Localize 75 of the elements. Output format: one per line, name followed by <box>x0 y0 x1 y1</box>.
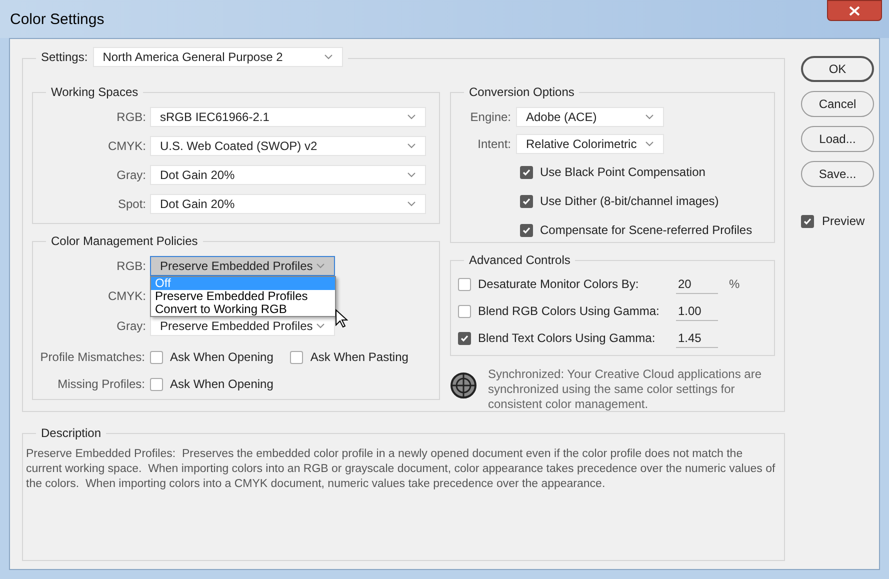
chevron-down-icon <box>407 201 416 207</box>
dropdown[interactable]: sRGB IEC61966-2.1 <box>150 107 426 127</box>
chevron-down-icon <box>407 143 416 149</box>
field-label: Profile Mismatches: <box>39 349 146 366</box>
checkbox[interactable] <box>150 350 163 364</box>
input-field[interactable]: 1.00 <box>676 302 718 321</box>
group-title: Description <box>36 425 106 441</box>
checkbox-label: Desaturate Monitor Colors By: <box>478 276 639 294</box>
dropdown[interactable]: Relative Colorimetric <box>516 134 664 154</box>
field-label: Intent: <box>476 136 512 153</box>
field-label: CMYK: <box>106 288 147 305</box>
field-label: Spot: <box>116 196 147 213</box>
dialog-button[interactable]: Cancel <box>801 91 874 117</box>
checkbox-label: Preview <box>822 213 865 230</box>
checkbox[interactable] <box>520 166 533 178</box>
field-label: Settings: <box>41 49 88 66</box>
checkbox[interactable] <box>520 224 533 236</box>
field-label: CMYK: <box>106 138 147 155</box>
checkbox-label: Ask When Pasting <box>310 349 408 366</box>
menu-item[interactable]: Convert to Working RGB <box>151 303 335 316</box>
description-text: Preserve Embedded Profiles: Preserves the embedded color profile in a newly opened document even if the color profile does not match the current working space. When importing colors into an RGB or grayscale document, color appearance takes precedence over the numeric values of the colors. When importing colors into a CMYK document, numeric values take precedence over the appearance. <box>26 447 776 492</box>
checkbox-label: Blend RGB Colors Using Gamma: <box>478 303 660 320</box>
checkbox[interactable] <box>458 278 471 291</box>
field-label: Gray: <box>116 167 147 184</box>
field-label: Engine: <box>469 109 512 126</box>
dropdown[interactable]: Dot Gain 20% <box>150 165 426 185</box>
close-icon <box>849 6 860 16</box>
dropdown[interactable]: Dot Gain 20% <box>150 194 426 214</box>
checkbox[interactable] <box>150 378 163 390</box>
checkbox-label: Use Black Point Compensation <box>540 164 706 181</box>
check-icon <box>522 226 531 234</box>
checkbox-label: Use Dither (8-bit/channel images) <box>540 193 719 210</box>
group-title: Conversion Options <box>464 84 580 100</box>
check-icon <box>522 168 531 176</box>
chevron-down-icon <box>407 172 416 178</box>
menu-item[interactable]: Preserve Embedded Profiles <box>151 290 335 303</box>
checkbox-label: Compensate for Scene-referred Profiles <box>540 222 752 239</box>
unit-label: % <box>729 276 740 294</box>
chevron-down-icon <box>316 323 325 329</box>
checkbox[interactable] <box>458 332 471 345</box>
dropdown[interactable]: U.S. Web Coated (SWOP) v2 <box>150 136 426 156</box>
checkbox[interactable] <box>520 194 533 208</box>
checkbox[interactable] <box>458 304 471 318</box>
dropdown[interactable]: Preserve Embedded Profiles <box>150 316 335 336</box>
sync-icon <box>450 372 477 399</box>
check-icon <box>803 216 812 226</box>
check-icon <box>460 334 469 343</box>
input-field[interactable]: 20 <box>676 274 718 294</box>
dropdown[interactable]: Preserve Embedded Profiles <box>150 256 335 276</box>
close-button[interactable] <box>827 0 882 21</box>
field-label: Missing Profiles: <box>56 376 146 393</box>
dropdown[interactable]: North America General Purpose 2 <box>92 47 343 67</box>
checkbox-label: Ask When Opening <box>170 376 274 393</box>
checkbox-label: Ask When Opening <box>170 349 274 366</box>
group-title: Color Management Policies <box>46 233 203 249</box>
checkbox-label: Blend Text Colors Using Gamma: <box>478 330 656 348</box>
chevron-down-icon <box>324 54 333 60</box>
check-icon <box>522 196 531 206</box>
dialog-button[interactable]: Save... <box>801 161 874 187</box>
window-title: Color Settings <box>10 10 104 30</box>
chevron-down-icon <box>407 114 416 120</box>
dialog-button[interactable]: OK <box>801 56 874 82</box>
field-label: Gray: <box>116 318 147 335</box>
dialog-button[interactable]: Load... <box>801 126 874 152</box>
chevron-down-icon <box>645 141 654 147</box>
checkbox[interactable] <box>290 350 304 364</box>
chevron-down-icon <box>316 263 325 269</box>
checkbox[interactable] <box>801 214 814 228</box>
sync-message: Synchronized: Your Creative Cloud applications are synchronized using the same color settings for consistent color management. <box>488 367 762 412</box>
chevron-down-icon <box>645 114 654 120</box>
dropdown[interactable]: Adobe (ACE) <box>516 107 664 127</box>
input-field[interactable]: 1.45 <box>676 328 718 348</box>
field-label: RGB: <box>116 258 147 275</box>
field-label: RGB: <box>116 109 147 126</box>
group-title: Working Spaces <box>46 84 144 100</box>
